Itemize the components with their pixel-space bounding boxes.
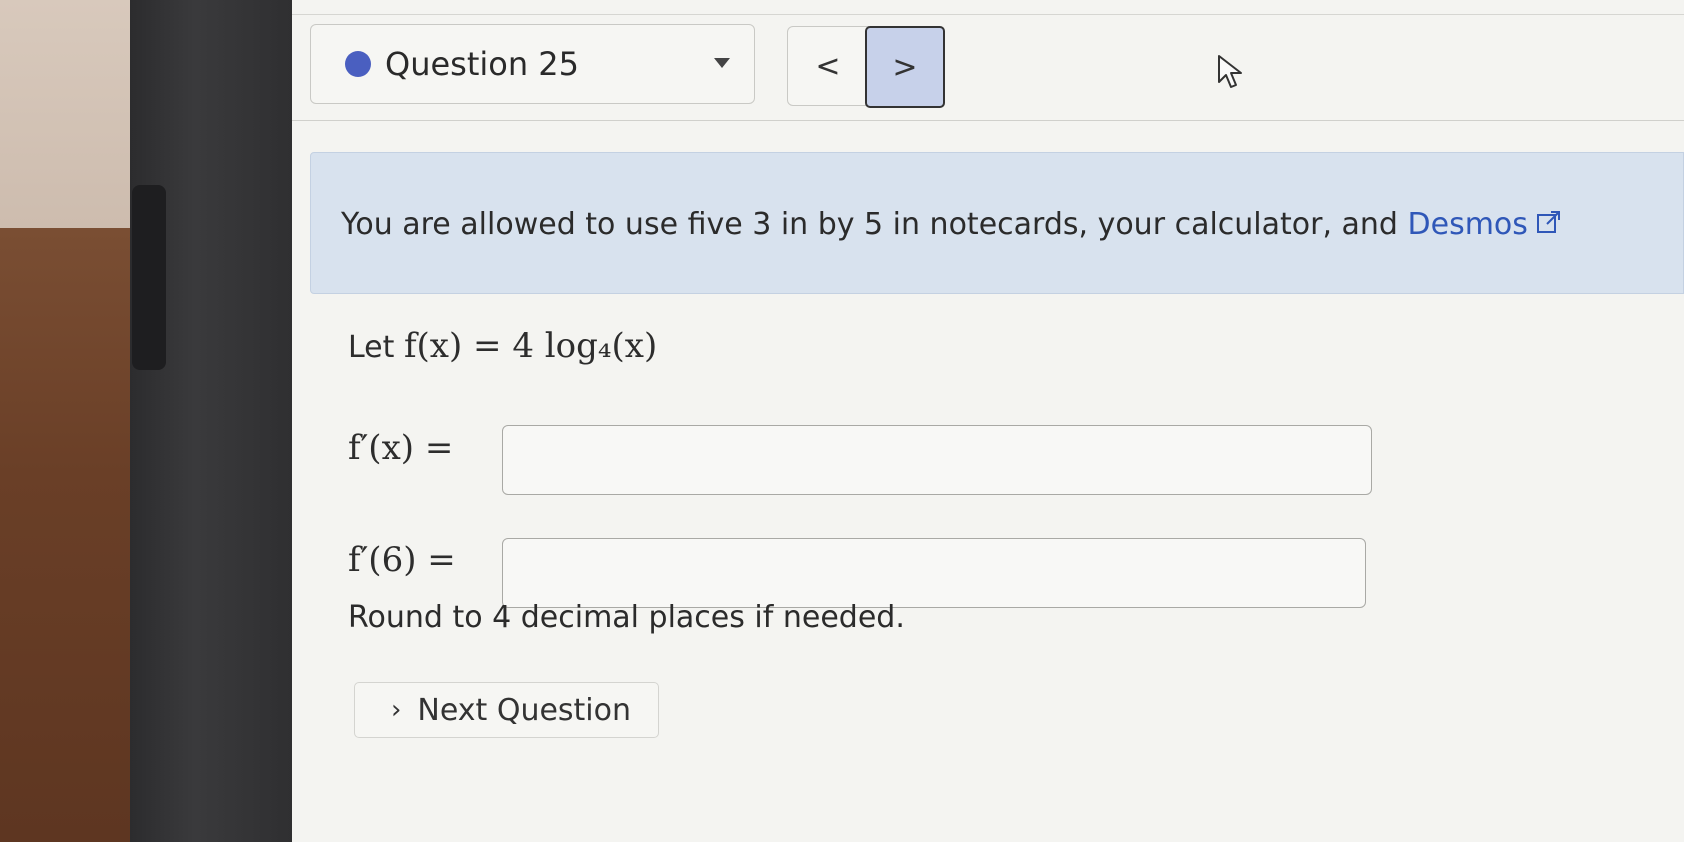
question-selector[interactable]: Question 25 <box>310 24 755 104</box>
instructions-body: You are allowed to use five 3 in by 5 in… <box>341 207 1408 242</box>
rounding-instructions: Round to 4 decimal places if needed. <box>348 600 905 635</box>
background-desk <box>0 228 140 842</box>
desmos-link[interactable]: Desmos <box>1408 207 1528 242</box>
mouse-cursor-icon <box>1218 55 1242 88</box>
chevron-right-icon: › <box>391 695 402 725</box>
instructions-banner: You are allowed to use five 3 in by 5 in… <box>310 152 1684 294</box>
let-prefix: Let <box>348 330 404 365</box>
top-divider <box>292 14 1684 15</box>
instructions-text: You are allowed to use five 3 in by 5 in… <box>341 207 1562 242</box>
function-expression: f(x) = 4 log₄(x) <box>403 326 658 366</box>
chevron-right-icon: > <box>892 49 918 85</box>
monitor-bezel <box>130 0 292 842</box>
derivative-at-6-label: f′(6) = <box>348 540 456 580</box>
photo-scene: Question 25 < > You are allowed to use f… <box>0 0 1684 842</box>
previous-question-button[interactable]: < <box>787 26 869 106</box>
nav-divider <box>292 120 1684 121</box>
derivative-at-6-answer-field[interactable] <box>502 538 1366 608</box>
next-question-label: Next Question <box>417 692 632 728</box>
derivative-label: f′(x) = <box>348 428 454 468</box>
question-status-dot-icon <box>345 51 371 77</box>
question-label: Question 25 <box>385 45 580 83</box>
dropdown-caret-icon <box>714 58 730 68</box>
next-question-nav-button[interactable]: > <box>865 26 945 108</box>
derivative-answer-field[interactable] <box>502 425 1372 495</box>
quiz-screen: Question 25 < > You are allowed to use f… <box>292 0 1684 842</box>
next-question-button[interactable]: › Next Question <box>354 682 659 738</box>
function-definition: Let f(x) = 4 log₄(x) <box>348 326 657 366</box>
monitor-bezel-shadow <box>132 185 166 370</box>
chevron-left-icon: < <box>815 48 841 84</box>
external-link-icon[interactable] <box>1536 209 1562 235</box>
background-wall <box>0 0 140 230</box>
